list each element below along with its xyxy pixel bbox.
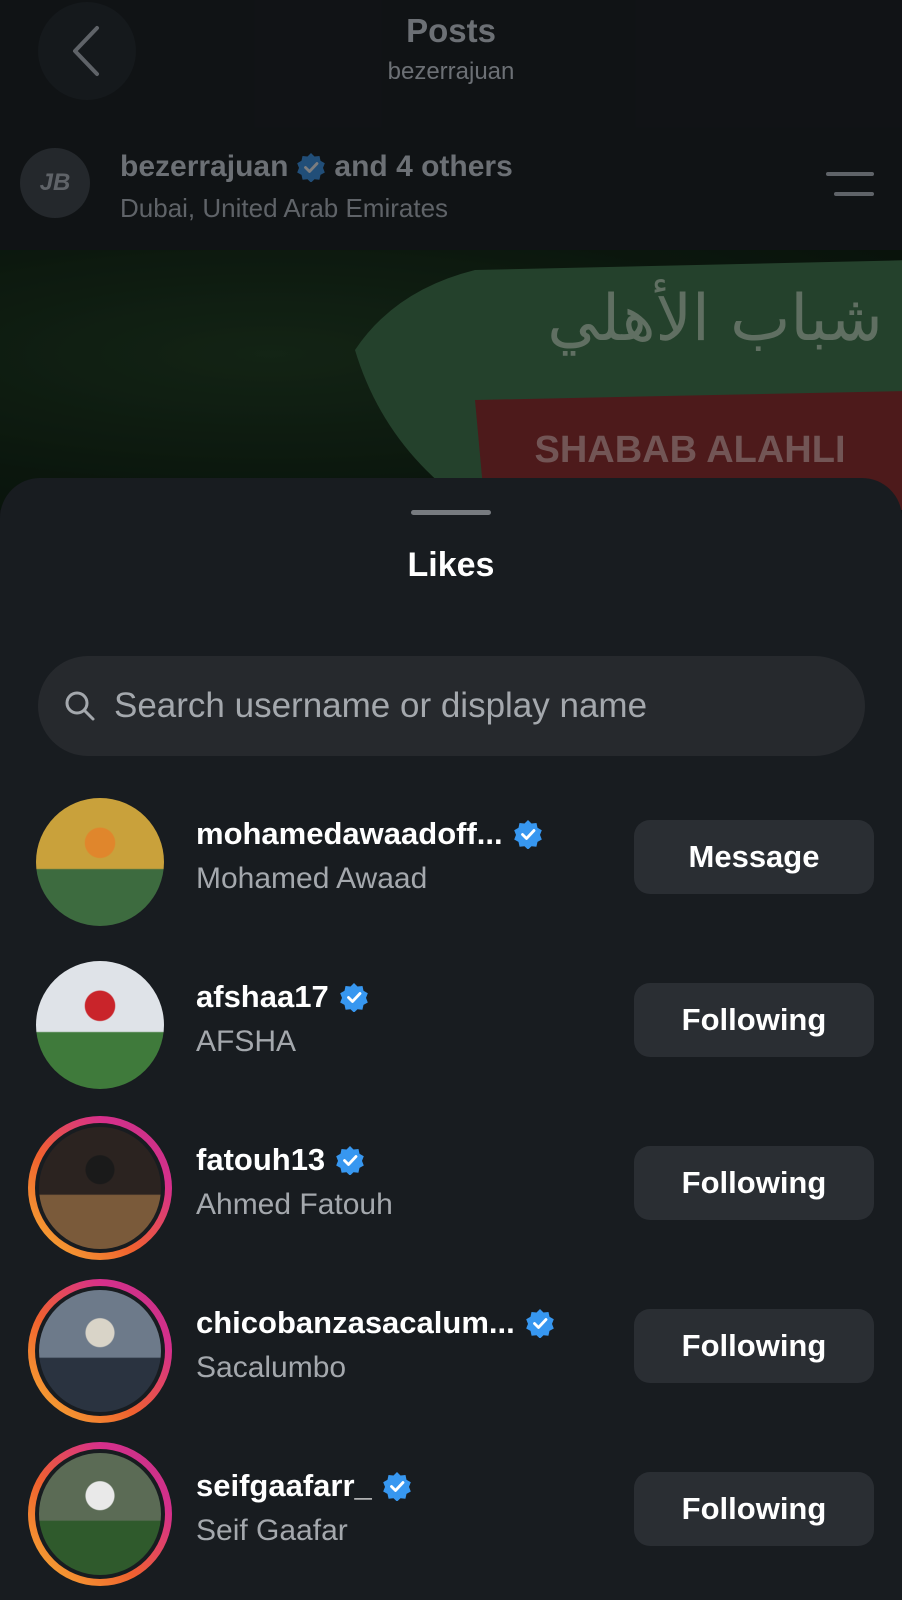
page-title: Posts <box>406 12 496 49</box>
username[interactable]: fatouh13 <box>196 1142 365 1178</box>
following-button[interactable]: Following <box>634 1309 874 1383</box>
post-author-avatar[interactable]: JB <box>20 148 90 218</box>
verified-badge-icon <box>336 1146 364 1175</box>
username-text: chicobanzasacalum... <box>196 1305 515 1340</box>
username[interactable]: mohamedawaadoff... <box>196 816 543 852</box>
menu-icon[interactable] <box>826 172 874 200</box>
list-item[interactable]: chicobanzasacalum... Sacalumbo Following <box>0 1267 902 1423</box>
username[interactable]: chicobanzasacalum... <box>196 1305 555 1341</box>
username-text: afshaa17 <box>196 979 329 1014</box>
username[interactable]: afshaa17 <box>196 979 369 1015</box>
post-location[interactable]: Dubai, United Arab Emirates <box>120 193 448 224</box>
display-name: Mohamed Awaad <box>196 862 428 895</box>
likes-sheet: Likes mohamedawaadoff... Mohamed Awaad Mes… <box>0 478 902 1600</box>
search-icon <box>65 691 95 721</box>
post-collab-text: and 4 others <box>334 150 513 183</box>
avatar-image <box>36 961 164 1089</box>
display-name: Ahmed Fatouh <box>196 1188 393 1221</box>
verified-badge-icon <box>382 1472 411 1501</box>
avatar[interactable] <box>28 1442 172 1586</box>
avatar-image <box>39 1290 161 1412</box>
verified-badge-icon <box>513 820 542 849</box>
search-bar[interactable] <box>38 656 865 756</box>
following-button[interactable]: Following <box>634 1472 874 1546</box>
list-item[interactable]: afshaa17 AFSHA Following <box>0 941 902 1091</box>
list-item[interactable]: seifgaafarr_ Seif Gaafar Following <box>0 1430 902 1586</box>
display-name: Sacalumbo <box>196 1351 347 1384</box>
avatar[interactable] <box>28 953 172 1097</box>
avatar[interactable] <box>28 1116 172 1260</box>
sheet-title: Likes <box>407 546 495 584</box>
post-author-username: bezerrajuan <box>120 150 289 183</box>
avatar-image <box>39 1453 161 1575</box>
message-button[interactable]: Message <box>634 820 874 894</box>
post-author[interactable]: bezerrajuan and 4 others <box>120 150 513 184</box>
avatar-monogram: JB <box>39 169 71 196</box>
list-item[interactable]: mohamedawaadoff... Mohamed Awaad Message <box>0 778 902 928</box>
username-text: seifgaafarr_ <box>196 1468 372 1503</box>
verified-badge-icon <box>339 983 368 1012</box>
list-item[interactable]: fatouh13 Ahmed Fatouh Following <box>0 1104 902 1260</box>
username[interactable]: seifgaafarr_ <box>196 1468 412 1504</box>
avatar-image <box>36 798 164 926</box>
username-text: mohamedawaadoff... <box>196 816 503 851</box>
avatar[interactable] <box>28 790 172 934</box>
page-subtitle: bezerrajuan <box>387 58 515 85</box>
display-name: AFSHA <box>196 1025 297 1058</box>
following-button[interactable]: Following <box>634 983 874 1057</box>
sheet-grabber[interactable] <box>411 510 491 515</box>
avatar[interactable] <box>28 1279 172 1423</box>
search-input[interactable] <box>112 685 865 727</box>
username-text: fatouh13 <box>196 1142 326 1177</box>
verified-badge-icon <box>297 153 326 182</box>
following-button[interactable]: Following <box>634 1146 874 1220</box>
avatar-image <box>39 1127 161 1249</box>
verified-badge-icon <box>525 1309 554 1338</box>
display-name: Seif Gaafar <box>196 1514 348 1547</box>
